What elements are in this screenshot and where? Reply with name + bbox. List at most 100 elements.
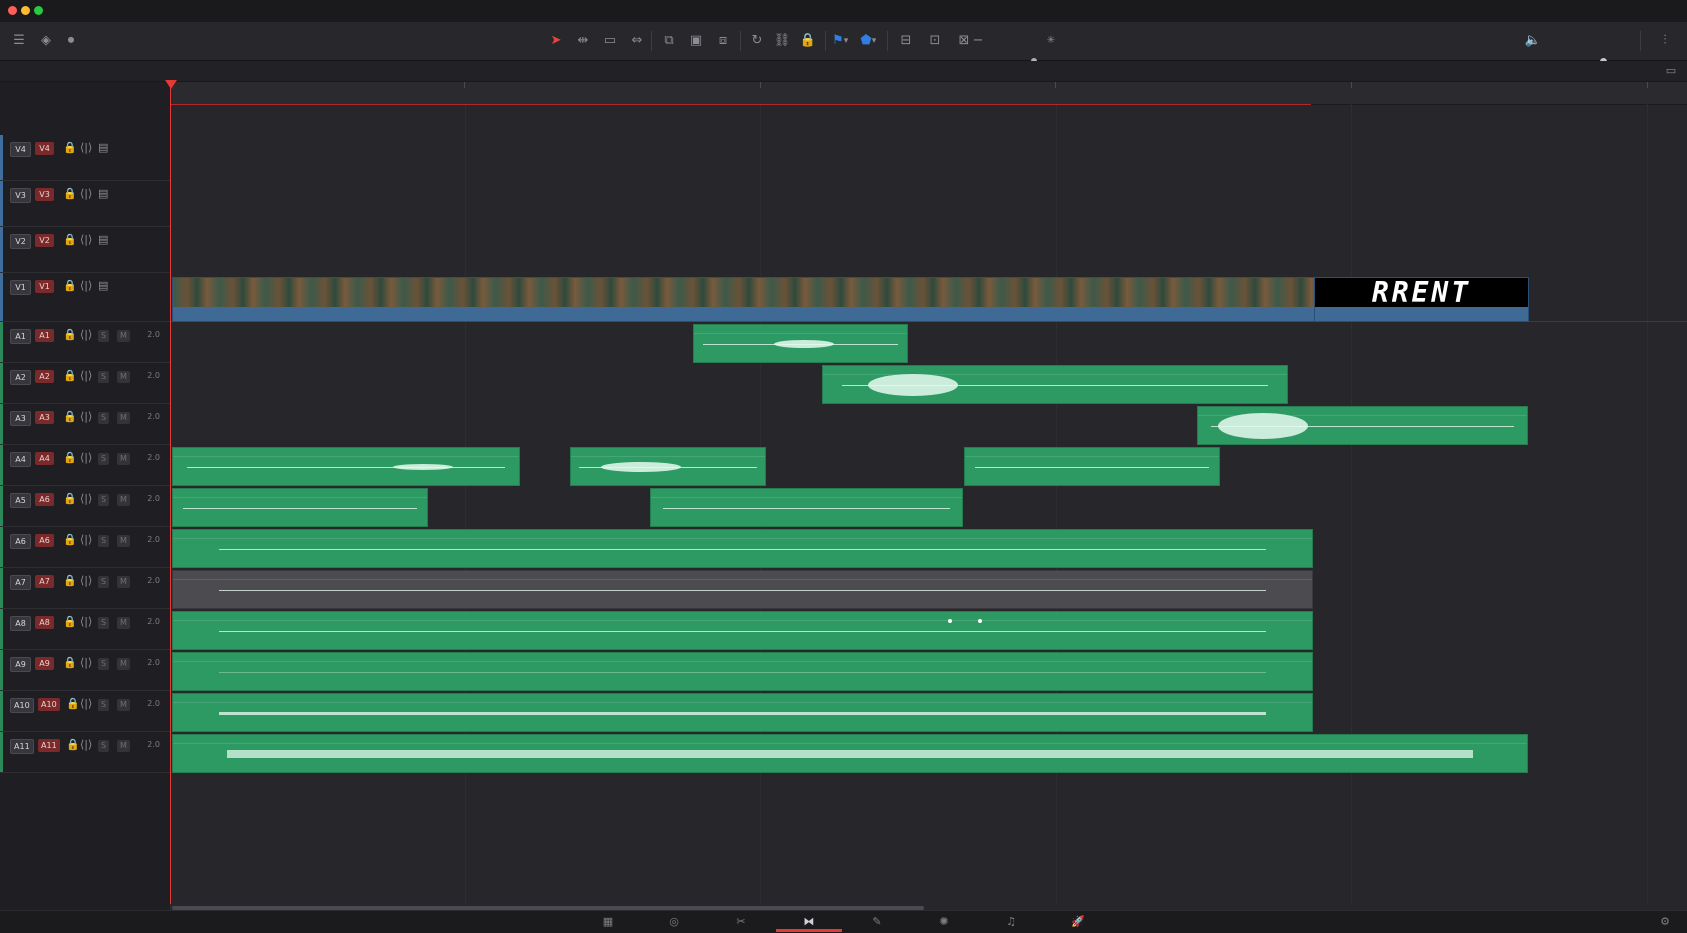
track-id-badge[interactable]: V4 — [10, 142, 31, 157]
sidebar-icon[interactable]: ▭ — [1661, 62, 1681, 80]
position-lock-icon[interactable]: 🔒 — [798, 32, 818, 50]
mute-button[interactable]: M — [117, 535, 130, 547]
volume-icon[interactable]: 🔈 — [1523, 32, 1543, 50]
solo-button[interactable]: S — [98, 658, 110, 670]
auto-select-icon[interactable]: ⟨|⟩ — [80, 574, 92, 587]
solo-button[interactable]: S — [98, 494, 110, 506]
auto-select-icon[interactable]: ⟨|⟩ — [80, 328, 92, 341]
mute-button[interactable]: M — [117, 453, 130, 465]
insert-clip-icon[interactable]: ⧉ — [659, 32, 679, 50]
fairlight-page-icon[interactable]: ✺ — [929, 914, 959, 930]
music-page-icon[interactable]: ♫ — [996, 914, 1026, 930]
audio-clip-a7-disabled[interactable] — [172, 570, 1313, 609]
track-name-badge[interactable]: A11 — [38, 739, 60, 752]
track-id-badge[interactable]: A2 — [10, 370, 31, 385]
trim-edit-icon[interactable]: ⇹ — [573, 32, 593, 50]
mixer-icon[interactable]: ⫶ — [1655, 32, 1675, 50]
track-name-badge[interactable]: A2 — [35, 370, 54, 383]
auto-select-icon[interactable]: ⟨|⟩ — [80, 738, 92, 751]
auto-select-icon[interactable]: ⟨|⟩ — [80, 451, 92, 464]
mute-button[interactable]: M — [117, 658, 130, 670]
audio-clip-a5-2[interactable] — [650, 488, 963, 527]
solo-button[interactable]: S — [98, 699, 110, 711]
track-id-badge[interactable]: A6 — [10, 534, 31, 549]
mute-button[interactable]: M — [117, 740, 130, 752]
track-name-badge[interactable]: A7 — [35, 575, 54, 588]
solo-button[interactable]: S — [98, 535, 110, 547]
auto-select-icon[interactable]: ⟨|⟩ — [80, 492, 92, 505]
track-name-badge[interactable]: V3 — [35, 188, 54, 201]
track-id-badge[interactable]: A10 — [10, 698, 34, 713]
settings-icon[interactable]: ⚙ — [1650, 914, 1680, 930]
snapping-icon[interactable]: ↻ — [747, 32, 767, 50]
track-header-a4[interactable]: A4 A4 🔒 ⟨|⟩ S M 2.0 — [0, 445, 170, 486]
track-header-a10[interactable]: A10 A10 🔒 ⟨|⟩ S M 2.0 — [0, 691, 170, 732]
track-id-badge[interactable]: A3 — [10, 411, 31, 426]
solo-button[interactable]: S — [98, 371, 110, 383]
lock-track-icon[interactable]: 🔒 — [63, 533, 77, 546]
track-header-v2[interactable]: V2 V2 🔒 ⟨|⟩ ▤ — [0, 227, 170, 273]
fusion-page-icon[interactable]: ⧓ — [794, 914, 824, 930]
track-id-badge[interactable]: A5 — [10, 493, 31, 508]
replace-clip-icon[interactable]: ⧈ — [713, 32, 733, 50]
audio-clip-a11[interactable] — [172, 734, 1528, 773]
deliver-page-icon[interactable]: 🚀 — [1063, 914, 1093, 930]
timecode-ruler[interactable] — [171, 82, 1687, 105]
layers-icon[interactable]: ◈ — [36, 32, 56, 50]
lock-track-icon[interactable]: 🔒 — [63, 451, 77, 464]
disable-track-icon[interactable]: ▤ — [98, 141, 108, 154]
track-name-badge[interactable]: A3 — [35, 411, 54, 424]
auto-select-icon[interactable]: ⟨|⟩ — [80, 233, 92, 246]
linked-selection-icon[interactable]: ⛓ — [772, 32, 792, 50]
auto-select-icon[interactable]: ⟨|⟩ — [80, 141, 92, 154]
track-header-v3[interactable]: V3 V3 🔒 ⟨|⟩ ▤ — [0, 181, 170, 227]
track-header-a6[interactable]: A6 A6 🔒 ⟨|⟩ S M 2.0 — [0, 527, 170, 568]
auto-select-icon[interactable]: ⟨|⟩ — [80, 279, 92, 292]
audio-clip-a1[interactable] — [693, 324, 908, 363]
lock-track-icon[interactable]: 🔒 — [63, 233, 77, 246]
zoom-out-icon[interactable]: − — [971, 32, 985, 50]
audio-clip-a4-2[interactable] — [570, 447, 766, 486]
audio-clip-a5-1[interactable] — [172, 488, 428, 527]
track-id-badge[interactable]: V1 — [10, 280, 31, 295]
audio-clip-a9[interactable] — [172, 652, 1313, 691]
track-name-badge[interactable]: A8 — [35, 616, 54, 629]
maximize-window-button[interactable] — [34, 6, 43, 15]
lock-track-icon[interactable]: 🔒 — [66, 697, 80, 710]
overwrite-clip-icon[interactable]: ▣ — [686, 32, 706, 50]
audio-clip-a4-3[interactable] — [964, 447, 1220, 486]
mute-button[interactable]: M — [117, 617, 130, 629]
track-id-badge[interactable]: A1 — [10, 329, 31, 344]
keyframe-dot[interactable] — [948, 618, 952, 623]
audio-clip-a6[interactable] — [172, 529, 1313, 568]
audio-clip-a8[interactable] — [172, 611, 1313, 650]
track-header-a11[interactable]: A11 A11 🔒 ⟨|⟩ S M 2.0 — [0, 732, 170, 773]
lock-track-icon[interactable]: 🔒 — [63, 656, 77, 669]
track-id-badge[interactable]: A4 — [10, 452, 31, 467]
zoom-full-icon[interactable]: ⊟ — [896, 32, 916, 50]
zoom-in-icon[interactable]: ✳ — [1044, 32, 1058, 50]
timeline-view-icon[interactable]: ☰ — [9, 32, 29, 50]
track-header-a2[interactable]: A2 A2 🔒 ⟨|⟩ S M 2.0 — [0, 363, 170, 404]
audio-clip-a3[interactable] — [1197, 406, 1528, 445]
minimize-window-button[interactable] — [21, 6, 30, 15]
lock-track-icon[interactable]: 🔒 — [63, 574, 77, 587]
disable-track-icon[interactable]: ▤ — [98, 187, 108, 200]
auto-select-icon[interactable]: ⟨|⟩ — [80, 615, 92, 628]
auto-select-icon[interactable]: ⟨|⟩ — [80, 187, 92, 200]
lock-track-icon[interactable]: 🔒 — [63, 369, 77, 382]
mute-button[interactable]: M — [117, 699, 130, 711]
video-clip-forest[interactable] — [172, 277, 1315, 322]
track-name-badge[interactable]: V2 — [35, 234, 54, 247]
microphone-icon[interactable]: ⏺ — [61, 32, 81, 50]
mute-button[interactable]: M — [117, 330, 130, 342]
audio-clip-a2[interactable] — [822, 365, 1288, 404]
track-name-badge[interactable]: A6 — [35, 534, 54, 547]
lock-track-icon[interactable]: 🔒 — [63, 187, 77, 200]
track-name-badge[interactable]: A10 — [38, 698, 60, 711]
auto-select-icon[interactable]: ⟨|⟩ — [80, 369, 92, 382]
track-id-badge[interactable]: V3 — [10, 188, 31, 203]
solo-button[interactable]: S — [98, 576, 110, 588]
track-name-badge[interactable]: V4 — [35, 142, 54, 155]
lock-track-icon[interactable]: 🔒 — [63, 141, 77, 154]
